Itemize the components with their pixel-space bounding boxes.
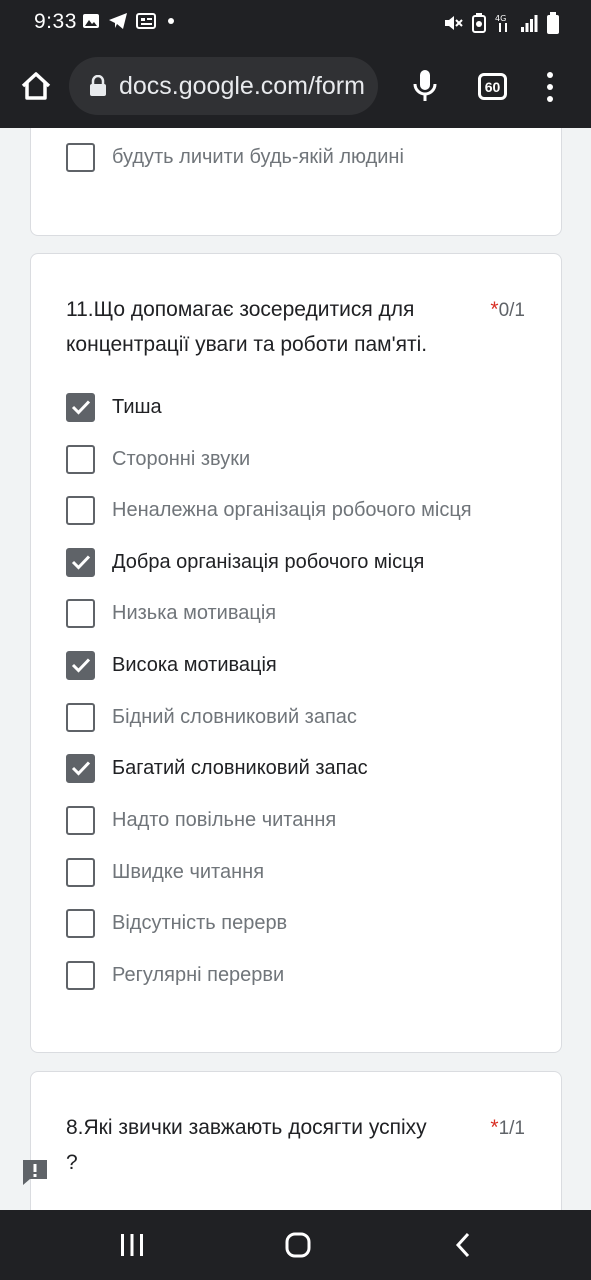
url-text: docs.google.com/form [119,71,365,100]
score-value: 1/1 [498,1118,525,1139]
status-bar: 9:33 4G [0,0,591,46]
checkbox[interactable] [66,598,95,628]
checkbox[interactable] [66,960,95,990]
option-label: Бідний словниковий запас [112,705,357,728]
news-icon [136,13,156,29]
checkmark-icon [71,658,90,673]
back-button[interactable] [443,1230,483,1260]
home-icon [21,72,51,100]
system-nav-bar [0,1210,591,1280]
checkmark-icon [71,555,90,570]
question-score: *0/1 [490,292,525,328]
signal-icon [521,15,538,32]
checkbox[interactable] [66,857,95,887]
option-label: Регулярні перерви [112,963,285,986]
back-icon [455,1232,470,1258]
option-label: Низька мотивація [112,601,277,624]
home-circle-icon [285,1232,311,1258]
question-title: 8.Які звички завжають досягти успіху? [66,1110,486,1180]
question-score: *1/1 [490,1110,525,1146]
question-card-11: 11.Що допомагає зосередитися для концент… [30,253,562,1053]
option-label: Тиша [112,395,162,418]
checkbox[interactable] [66,805,95,835]
option-label: Багатий словниковий запас [112,756,368,779]
checkbox[interactable] [66,392,95,422]
question-title-line2: ? [66,1151,78,1174]
option-row[interactable]: Низька мотивація [66,598,276,628]
image-icon [83,14,99,28]
browser-toolbar: docs.google.com/form 60 [0,46,591,128]
option-row[interactable]: Регулярні перерви [66,960,284,990]
option-row[interactable]: Добра організація робочого місця [66,547,424,577]
option-row[interactable]: Надто повільне читання [66,805,336,835]
question-card-8: 8.Які звички завжають досягти успіху? *1… [30,1071,562,1210]
option-row[interactable]: Багатий словниковий запас [66,753,368,783]
option-row[interactable]: будуть личити будь-якій людині [66,142,404,172]
option-row[interactable]: Сторонні звуки [66,444,250,474]
option-label: Відсутність перерв [112,911,288,934]
checkbox[interactable] [66,753,95,783]
form-content: будуть личити будь-якій людині 11.Що доп… [0,128,591,1210]
battery-saver-icon [472,13,486,33]
address-bar[interactable]: docs.google.com/form [69,57,378,115]
option-label: будуть личити будь-якій людині [112,145,404,168]
option-label: Сторонні звуки [112,447,251,470]
checkbox[interactable] [66,495,95,525]
recents-button[interactable] [112,1230,152,1260]
dot-icon [168,18,174,24]
option-row[interactable]: Висока мотивація [66,650,277,680]
option-row[interactable]: Бідний словниковий запас [66,702,357,732]
telegram-icon [109,13,127,29]
option-label: Швидке читання [112,860,265,883]
tab-switcher-button[interactable]: 60 [478,73,507,100]
checkmark-icon [71,761,90,776]
battery-icon [547,12,559,34]
option-label: Висока мотивація [112,653,277,676]
option-label: Неналежна організація робочого місця [112,498,472,521]
home-nav-button[interactable] [278,1230,318,1260]
option-row[interactable]: Відсутність перерв [66,908,287,938]
option-row[interactable]: Тиша [66,392,162,422]
option-row[interactable]: Швидке читання [66,857,264,887]
svg-text:4G: 4G [495,14,506,23]
lock-icon [90,75,106,96]
required-star: * [490,298,499,321]
checkbox[interactable] [66,702,95,732]
option-label: Добра організація робочого місця [112,550,425,573]
menu-dot [547,84,553,90]
question-title-line1: 8.Які звички завжають досягти успіху [66,1116,427,1139]
voice-search-button[interactable] [407,66,443,106]
recents-icon [121,1234,143,1256]
question-card-previous: будуть личити будь-якій людині [30,128,562,236]
data-icon: 4G [495,14,507,32]
question-title: 11.Що допомагає зосередитися для концент… [66,298,428,356]
checkbox[interactable] [66,142,95,172]
feedback-icon[interactable] [20,1157,50,1187]
status-time: 9:33 [34,10,77,33]
option-label: Надто повільне читання [112,808,337,831]
checkbox[interactable] [66,547,95,577]
required-star: * [490,1116,499,1139]
option-row[interactable]: Неналежна організація робочого місця [66,495,472,525]
checkbox[interactable] [66,444,95,474]
checkbox[interactable] [66,908,95,938]
browser-menu-button[interactable] [538,68,562,106]
menu-dot [547,96,553,102]
checkmark-icon [71,400,90,415]
tab-count: 60 [484,78,501,95]
mute-icon [445,16,463,30]
microphone-icon [413,70,437,101]
score-value: 0/1 [498,300,525,321]
checkbox[interactable] [66,650,95,680]
home-button[interactable] [16,66,56,106]
menu-dot [547,72,553,78]
